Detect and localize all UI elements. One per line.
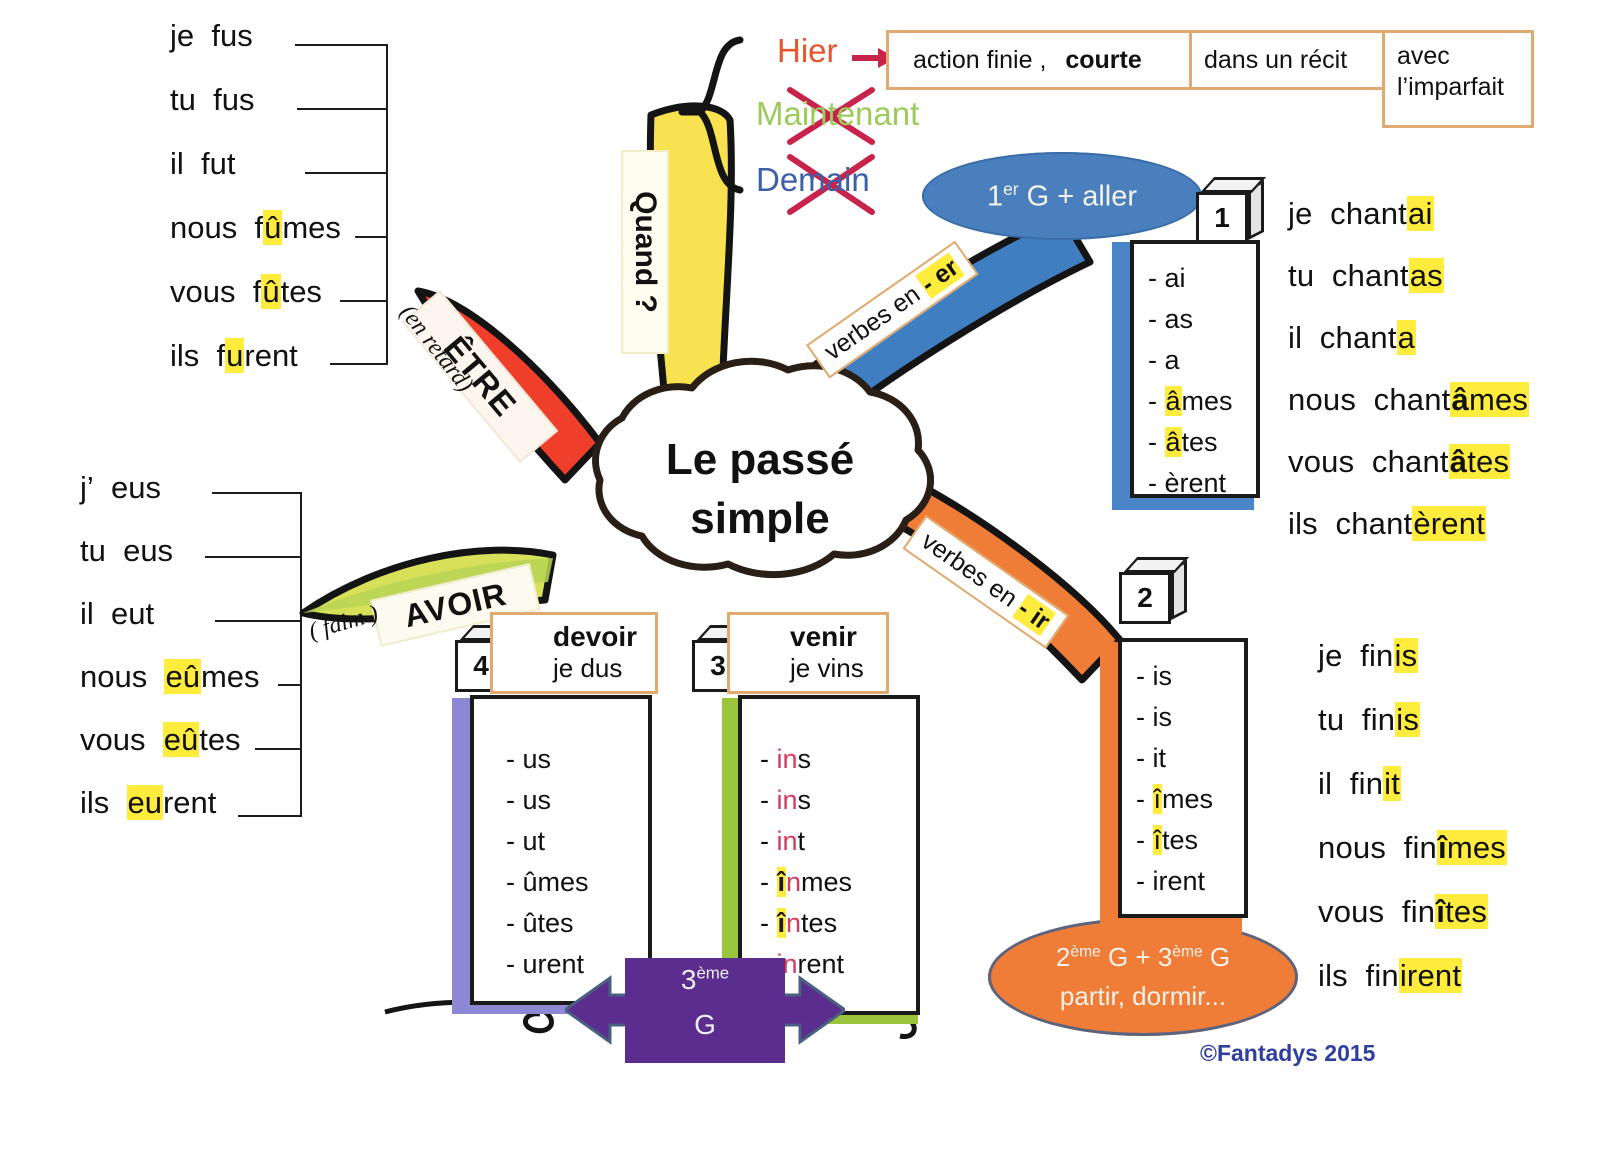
def3-line2: l’imparfait (1397, 73, 1504, 102)
conj-row: ils chantèrent (1288, 506, 1487, 541)
g3-line2: G (694, 1008, 716, 1040)
er-group-bubble: 1er G + aller (922, 152, 1202, 240)
irb-l2: partir, dormir... (1059, 981, 1227, 1011)
bubble-sup: er (1003, 178, 1019, 199)
time-word-hier: Hier (777, 32, 838, 70)
cube2-number: 2 (1137, 582, 1153, 613)
devoir-ending: - ûmes (506, 867, 589, 898)
devoir-ending: - us (506, 744, 552, 774)
venir-ending: - întes (760, 908, 838, 939)
demain-text: Demain (756, 161, 870, 198)
er-ending: - ai (1148, 263, 1186, 293)
venir-ending: - ins (760, 785, 812, 816)
er-ending: - èrent (1148, 468, 1227, 499)
venir-verb: venir (790, 621, 857, 652)
conj-row: je chantai (1288, 196, 1434, 231)
cube3-number: 3 (710, 650, 726, 681)
conj-row: vous finîtes (1318, 894, 1489, 929)
definition-box-1: action finie , courte (886, 30, 1192, 90)
conj-row: nous finîmes (1318, 830, 1507, 865)
bubble-post: G + aller (1018, 180, 1138, 213)
er-endings-scroll: - ai - as - a - âmes - âtes - èrent (1130, 240, 1260, 498)
irb-l1-pre: 2 (1055, 942, 1071, 972)
ir-ending: - irent (1136, 866, 1206, 897)
ir-ending: - it (1136, 743, 1166, 774)
title-line-1: Le passé (665, 435, 855, 484)
definition-box-2: dans un récit (1189, 30, 1385, 90)
irb-l1-mid: G + 3 (1100, 942, 1173, 972)
conj-row: il chanta (1288, 320, 1417, 355)
hier-text: Hier (777, 32, 838, 69)
er-ending: - âtes (1148, 427, 1218, 458)
ir-group-bubble: 2ème G + 3ème G partir, dormir... (988, 918, 1298, 1036)
venir-ending: - ins (760, 744, 812, 774)
title-line-2: simple (690, 494, 830, 544)
definition-box-3: avec l’imparfait (1382, 30, 1534, 128)
er-ending: - a (1148, 345, 1180, 376)
irb-l1-sup: ème (1070, 943, 1101, 961)
venir-ending: - int (760, 826, 806, 857)
copyright-text: ©Fantadys 2015 (1200, 1040, 1376, 1066)
g3-pre: 3 (680, 964, 697, 995)
def1-bold: courte (1065, 45, 1142, 74)
conj-row: vous chantâtes (1288, 444, 1511, 479)
def1-plain: action finie , (913, 45, 1054, 74)
cube4-number: 4 (473, 650, 489, 681)
devoir-ending: - ut (506, 826, 546, 857)
ir-ending: - is (1136, 661, 1172, 691)
conj-row: il finit (1318, 766, 1402, 801)
devoir-example: je dus (553, 653, 623, 683)
venir-ending: - înmes (760, 867, 853, 898)
time-word-maintenant: Maintenant (756, 95, 919, 133)
page-title: Le passé simple (600, 430, 920, 549)
ir-conjugation-list: je finis tu finis il finit nous finîmes … (1318, 638, 1507, 1022)
time-word-demain: Demain (756, 161, 870, 199)
def3-line1: avec (1397, 42, 1450, 70)
er-ending: - as (1148, 304, 1194, 335)
ir-endings-scroll: - is - is - it - îmes - îtes - irent (1118, 638, 1248, 918)
venir-example: je vins (790, 653, 864, 683)
devoir-ending: - ûtes (506, 908, 574, 939)
g3-sup: ème (696, 963, 730, 983)
devoir-card[interactable]: devoir je dus (490, 612, 658, 694)
def2-text: dans un récit (1204, 45, 1348, 74)
conj-row: nous chantâmes (1288, 382, 1530, 417)
venir-card[interactable]: venir je vins (727, 612, 889, 694)
ir-ending: - îmes (1136, 784, 1214, 815)
quand-label-text: Quand ? (629, 191, 662, 313)
conj-row: ils finirent (1318, 958, 1463, 993)
maintenant-text: Maintenant (756, 95, 920, 132)
ir-ending: - is (1136, 702, 1172, 733)
group-cube-2: 2 (1119, 572, 1171, 624)
group-cube-1: 1 (1196, 192, 1248, 244)
devoir-verb: devoir (553, 621, 638, 652)
conj-row: tu finis (1318, 702, 1421, 737)
quand-branch-label[interactable]: Quand ? (621, 150, 669, 354)
ir-ending: - îtes (1136, 825, 1199, 856)
er-conjugation-list: je chantai tu chantas il chanta nous cha… (1288, 196, 1530, 568)
devoir-ending: - us (506, 785, 552, 816)
cube1-number: 1 (1214, 202, 1230, 233)
bubble-pre: 1 (986, 180, 1004, 213)
conj-row: tu chantas (1288, 258, 1444, 293)
conj-row: je finis (1318, 638, 1419, 673)
group3-arrow-label: 3ème G (625, 958, 785, 1048)
irb-l1-sup2: ème (1172, 943, 1203, 961)
irb-l1-post: G (1202, 942, 1231, 972)
er-ending: - âmes (1148, 386, 1233, 417)
